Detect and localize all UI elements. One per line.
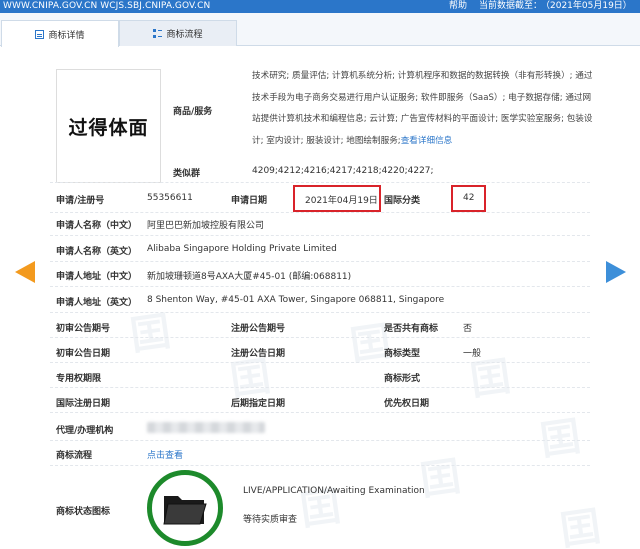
tab-bar: 商标详情 商标流程 <box>0 13 640 47</box>
row-divider <box>50 235 590 236</box>
later-designation-date-label: 后期指定日期 <box>231 399 286 409</box>
status-ring <box>147 470 223 546</box>
address-en-value: 8 Shenton Way, #45-01 AXA Tower, Singapo… <box>147 295 445 305</box>
mark-form-label: 商标形式 <box>384 374 421 384</box>
row-divider <box>50 212 590 213</box>
exclusive-period-label: 专用权期限 <box>56 374 102 384</box>
goods-services-value: 技术研究; 质量评估; 计算机系统分析; 计算机程序和数据的数据转换（非有形转换… <box>252 71 593 146</box>
tab-trademark-flow[interactable]: 商标流程 <box>119 20 237 46</box>
agent-label: 代理/办理机构 <box>56 426 114 436</box>
status-en: LIVE/APPLICATION/Awaiting Examination <box>243 486 425 496</box>
tab-label: 商标详情 <box>48 30 85 41</box>
similar-group-label: 类似群 <box>173 169 201 179</box>
row-divider <box>50 261 590 262</box>
address-cn-label: 申请人地址（中文） <box>56 272 138 282</box>
detail-panel: 囯 囯 囯 囯 囯 囯 囯 囯 过得体面 商品/服务 技术研究; 质量评估; 计… <box>0 46 640 549</box>
row-divider <box>50 465 590 466</box>
mark-type-value: 一般 <box>463 349 482 359</box>
applicant-cn-value: 阿里巴巴新加坡控股有限公司 <box>147 221 265 231</box>
prelim-notice-date-label: 初审公告日期 <box>56 349 111 359</box>
view-details-link[interactable]: 查看详细信息 <box>401 136 453 146</box>
reg-notice-no-label: 注册公告期号 <box>231 324 286 334</box>
watermark: 囯 <box>297 483 344 535</box>
row-divider <box>50 337 590 338</box>
trademark-image: 过得体面 <box>56 69 161 183</box>
status-icon-label: 商标状态图标 <box>56 507 111 517</box>
applicant-cn-label: 申请人名称（中文） <box>56 221 138 231</box>
shared-mark-label: 是否共有商标 <box>384 324 439 334</box>
tab-trademark-detail[interactable]: 商标详情 <box>1 20 119 47</box>
similar-group-value: 4209;4212;4216;4217;4218;4220;4227; <box>252 166 434 176</box>
folder-icon <box>163 496 207 525</box>
agent-value-redacted <box>147 422 265 433</box>
data-cutoff-date: （2021年05月19日） <box>541 1 632 11</box>
status-cn: 等待实质审查 <box>243 515 298 525</box>
mark-type-label: 商标类型 <box>384 349 421 359</box>
prelim-notice-no-label: 初审公告期号 <box>56 324 111 334</box>
data-cutoff-label: 当前数据截至： <box>479 1 543 11</box>
reg-no-label: 申请/注册号 <box>56 196 105 206</box>
shared-mark-value: 否 <box>463 324 473 334</box>
reg-no-value: 55356611 <box>147 193 193 203</box>
address-en-label: 申请人地址（英文） <box>56 298 138 308</box>
row-divider <box>50 387 590 388</box>
watermark: 囯 <box>417 453 464 505</box>
list-icon <box>153 29 163 38</box>
row-divider <box>50 182 590 183</box>
watermark: 囯 <box>557 503 604 549</box>
intl-reg-date-label: 国际注册日期 <box>56 399 111 409</box>
prev-arrow-icon[interactable] <box>15 261 35 283</box>
help-link[interactable]: 帮助 <box>449 0 467 13</box>
view-flow-link[interactable]: 点击查看 <box>147 448 183 461</box>
row-divider <box>50 312 590 313</box>
row-divider <box>50 412 590 413</box>
intl-class-label: 国际分类 <box>384 196 421 206</box>
site-urls: WWW.CNIPA.GOV.CN WCJS.SBJ.CNIPA.GOV.CN <box>3 1 211 11</box>
flow-label: 商标流程 <box>56 451 93 461</box>
tab-label: 商标流程 <box>166 30 203 40</box>
priority-date-label: 优先权日期 <box>384 399 430 409</box>
reg-notice-date-label: 注册公告日期 <box>231 349 286 359</box>
top-bar: WWW.CNIPA.GOV.CN WCJS.SBJ.CNIPA.GOV.CN 帮… <box>0 0 640 13</box>
goods-services-text: 技术研究; 质量评估; 计算机系统分析; 计算机程序和数据的数据转换（非有形转换… <box>252 66 594 152</box>
applicant-en-value: Alibaba Singapore Holding Private Limite… <box>147 244 337 254</box>
row-divider <box>50 440 590 441</box>
intl-class-value: 42 <box>463 193 475 203</box>
address-cn-value: 新加坡珊顿道8号AXA大厦#45-01 (邮编:068811) <box>147 272 352 282</box>
next-arrow-icon[interactable] <box>606 261 626 283</box>
detail-icon <box>35 29 45 39</box>
app-date-value: 2021年04月19日 <box>305 196 378 206</box>
applicant-en-label: 申请人名称（英文） <box>56 247 138 257</box>
row-divider <box>50 286 590 287</box>
row-divider <box>50 362 590 363</box>
app-date-label: 申请日期 <box>231 196 268 206</box>
goods-services-label: 商品/服务 <box>173 107 213 117</box>
